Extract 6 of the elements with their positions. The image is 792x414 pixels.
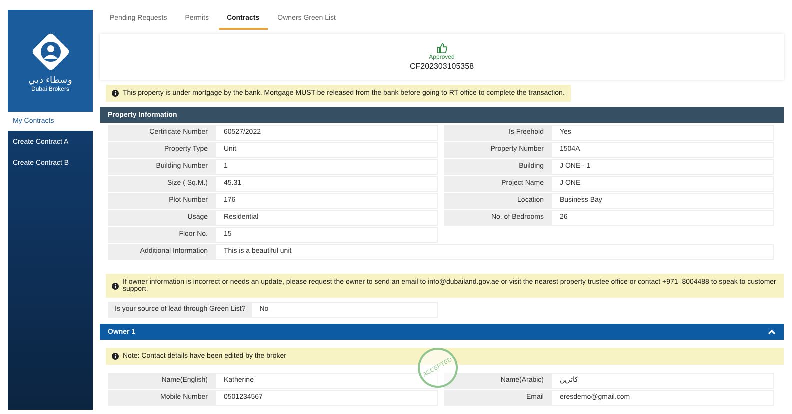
logo-text: وسطاء دبي bbox=[28, 76, 72, 84]
contract-number: CF202303105358 bbox=[410, 62, 474, 71]
info-icon bbox=[112, 90, 119, 97]
info-icon bbox=[112, 353, 119, 360]
info-icon bbox=[112, 282, 119, 290]
thumbs-up-icon bbox=[436, 43, 448, 54]
